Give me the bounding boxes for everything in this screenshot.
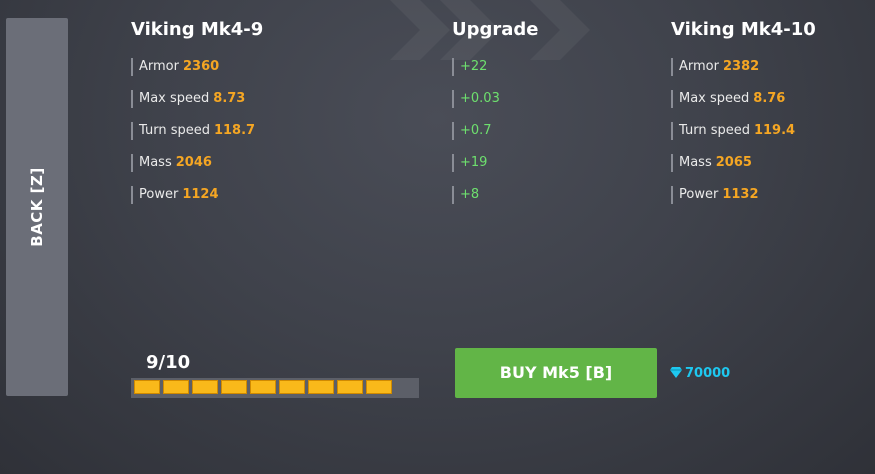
upgrade-title: Upgrade (452, 19, 539, 40)
diamond-icon (670, 367, 682, 378)
back-button-label: BACK [Z] (28, 167, 46, 247)
progress-segment (250, 380, 276, 394)
upgrade-progress-label: 9/10 (146, 352, 191, 373)
progress-segment (337, 380, 363, 394)
next-title: Viking Mk4-10 (671, 19, 816, 40)
stat-turn-speed: Turn speed 118.7 (131, 122, 263, 140)
upgrade-column: Upgrade +22 +0.03 +0.7 +19 +8 (452, 18, 539, 218)
stat-mass: Mass 2046 (131, 154, 263, 172)
delta-power: +8 (452, 186, 539, 204)
stat-max-speed: Max speed 8.73 (131, 90, 263, 108)
next-stat-armor: Armor 2382 (671, 58, 816, 76)
next-stat-turn-speed: Turn speed 119.4 (671, 122, 816, 140)
progress-segment (134, 380, 160, 394)
progress-segment (221, 380, 247, 394)
delta-armor: +22 (452, 58, 539, 76)
progress-segment (192, 380, 218, 394)
progress-segment (308, 380, 334, 394)
delta-max-speed: +0.03 (452, 90, 539, 108)
upgrade-progress-bar (131, 378, 419, 398)
next-stats-column: Viking Mk4-10 Armor 2382 Max speed 8.76 Tu… (671, 18, 816, 218)
delta-turn-speed: +0.7 (452, 122, 539, 140)
progress-segment (163, 380, 189, 394)
progress-segment (279, 380, 305, 394)
stat-armor: Armor 2360 (131, 58, 263, 76)
buy-button[interactable]: BUY Mk5 [B] (455, 348, 657, 398)
back-button[interactable]: BACK [Z] (6, 18, 68, 396)
next-stat-power: Power 1132 (671, 186, 816, 204)
delta-mass: +19 (452, 154, 539, 172)
buy-button-label: BUY Mk5 [B] (499, 363, 613, 382)
progress-segment (366, 380, 392, 394)
current-stats-column: Viking Mk4-9 Armor 2360 Max speed 8.73 Tur… (131, 18, 263, 218)
next-stat-mass: Mass 2065 (671, 154, 816, 172)
current-title: Viking Mk4-9 (131, 19, 264, 40)
price-value: 70000 (685, 366, 731, 381)
price-display: 70000 (670, 366, 730, 381)
stat-power: Power 1124 (131, 186, 263, 204)
next-stat-max-speed: Max speed 8.76 (671, 90, 816, 108)
